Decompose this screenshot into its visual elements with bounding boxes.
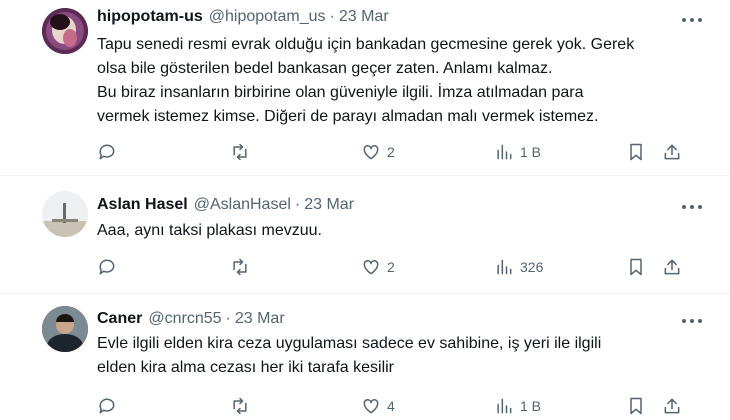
retweet-icon xyxy=(233,143,247,161)
views-icon xyxy=(497,259,512,275)
like-button[interactable]: 2 xyxy=(361,257,395,277)
tweet-text: Evle ilgili elden kira ceza uygulaması s… xyxy=(97,332,697,380)
author-handle[interactable]: @AslanHasel xyxy=(194,196,291,214)
views-button[interactable]: 1 B xyxy=(494,142,541,162)
heart-icon xyxy=(363,144,379,160)
tweet-text-line: elden kira alma cezası her iki tarafa ke… xyxy=(97,359,395,376)
tweet-feed: hipopotam-us @hipopotam_us · 23 Mar Tapu… xyxy=(0,0,730,420)
tweet-text-line: olsa bile gösterilen bedel bankasan geçe… xyxy=(97,60,553,77)
more-icon[interactable] xyxy=(682,204,702,210)
tweet-text-line: Tapu senedi resmi evrak olduğu için bank… xyxy=(97,36,635,53)
tweet[interactable]: Aslan Hasel @AslanHasel · 23 Mar Aaa, ay… xyxy=(0,176,730,294)
bookmark-button[interactable] xyxy=(626,142,646,162)
like-button[interactable]: 2 xyxy=(361,142,395,162)
action-bar: 2 1 B xyxy=(0,142,730,164)
tweet-text-line: Evle ilgili elden kira ceza uygulaması s… xyxy=(97,335,602,352)
tweet-time[interactable]: 23 Mar xyxy=(304,196,354,214)
author-name[interactable]: Aslan Hasel xyxy=(97,196,188,214)
views-icon xyxy=(497,398,512,414)
tweet-time[interactable]: 23 Mar xyxy=(235,310,285,328)
bookmark-icon xyxy=(630,258,642,276)
tweet-text-line: vermek istemez kimse. Diğeri de parayı a… xyxy=(97,108,599,125)
views-count: 1 B xyxy=(520,144,542,160)
bookmark-icon xyxy=(630,143,642,161)
more-icon[interactable] xyxy=(682,318,702,324)
like-button[interactable]: 4 xyxy=(361,396,395,416)
tweet-text-line: Bu biraz insanların birbirine olan güven… xyxy=(97,84,584,101)
separator-dot: · xyxy=(294,196,301,213)
share-icon xyxy=(664,259,680,275)
views-button[interactable]: 1 B xyxy=(494,396,541,416)
bookmark-button[interactable] xyxy=(626,396,646,416)
avatar[interactable] xyxy=(42,191,88,237)
share-button[interactable] xyxy=(662,257,682,277)
share-icon xyxy=(664,398,680,414)
retweet-button[interactable] xyxy=(230,396,256,416)
reply-icon xyxy=(99,398,115,414)
reply-icon xyxy=(99,144,115,160)
bookmark-button[interactable] xyxy=(626,257,646,277)
heart-icon xyxy=(363,259,379,275)
tweet-time[interactable]: 23 Mar xyxy=(339,8,389,26)
avatar[interactable] xyxy=(42,306,88,352)
reply-button[interactable] xyxy=(97,142,123,162)
tweet-text-line: Aaa, aynı taksi plakası mevzuu. xyxy=(97,222,322,239)
share-icon xyxy=(664,144,680,160)
retweet-icon xyxy=(233,258,247,276)
author-handle[interactable]: @hipopotam_us xyxy=(209,8,326,26)
action-bar: 4 1 B xyxy=(0,396,730,418)
share-button[interactable] xyxy=(662,142,682,162)
separator-dot: · xyxy=(329,8,335,25)
like-count: 4 xyxy=(387,398,395,414)
author-name[interactable]: hipopotam-us xyxy=(97,8,203,26)
more-icon[interactable] xyxy=(682,17,702,23)
bookmark-icon xyxy=(630,397,642,415)
reply-button[interactable] xyxy=(97,396,123,416)
heart-icon xyxy=(363,398,379,414)
tweet[interactable]: Caner @cnrcn55 · 23 Mar Evle ilgili elde… xyxy=(0,294,730,420)
tweet-text: Tapu senedi resmi evrak olduğu için bank… xyxy=(97,33,697,129)
separator-dot: · xyxy=(225,310,231,327)
avatar[interactable] xyxy=(42,8,88,54)
views-count: 326 xyxy=(520,259,544,275)
tweet[interactable]: hipopotam-us @hipopotam_us · 23 Mar Tapu… xyxy=(0,0,730,176)
author-handle[interactable]: @cnrcn55 xyxy=(148,310,221,328)
author-name[interactable]: Caner xyxy=(97,310,142,328)
retweet-button[interactable] xyxy=(230,257,256,277)
reply-icon xyxy=(99,259,115,275)
retweet-button[interactable] xyxy=(230,142,256,162)
action-bar: 2 326 xyxy=(0,257,730,279)
like-count: 2 xyxy=(387,144,395,160)
like-count: 2 xyxy=(387,259,395,275)
views-count: 1 B xyxy=(520,398,542,414)
views-icon xyxy=(497,144,512,160)
views-button[interactable]: 326 xyxy=(494,257,543,277)
retweet-icon xyxy=(233,397,247,415)
share-button[interactable] xyxy=(662,396,682,416)
reply-button[interactable] xyxy=(97,257,123,277)
tweet-text: Aaa, aynı taksi plakası mevzuu. xyxy=(97,219,697,243)
